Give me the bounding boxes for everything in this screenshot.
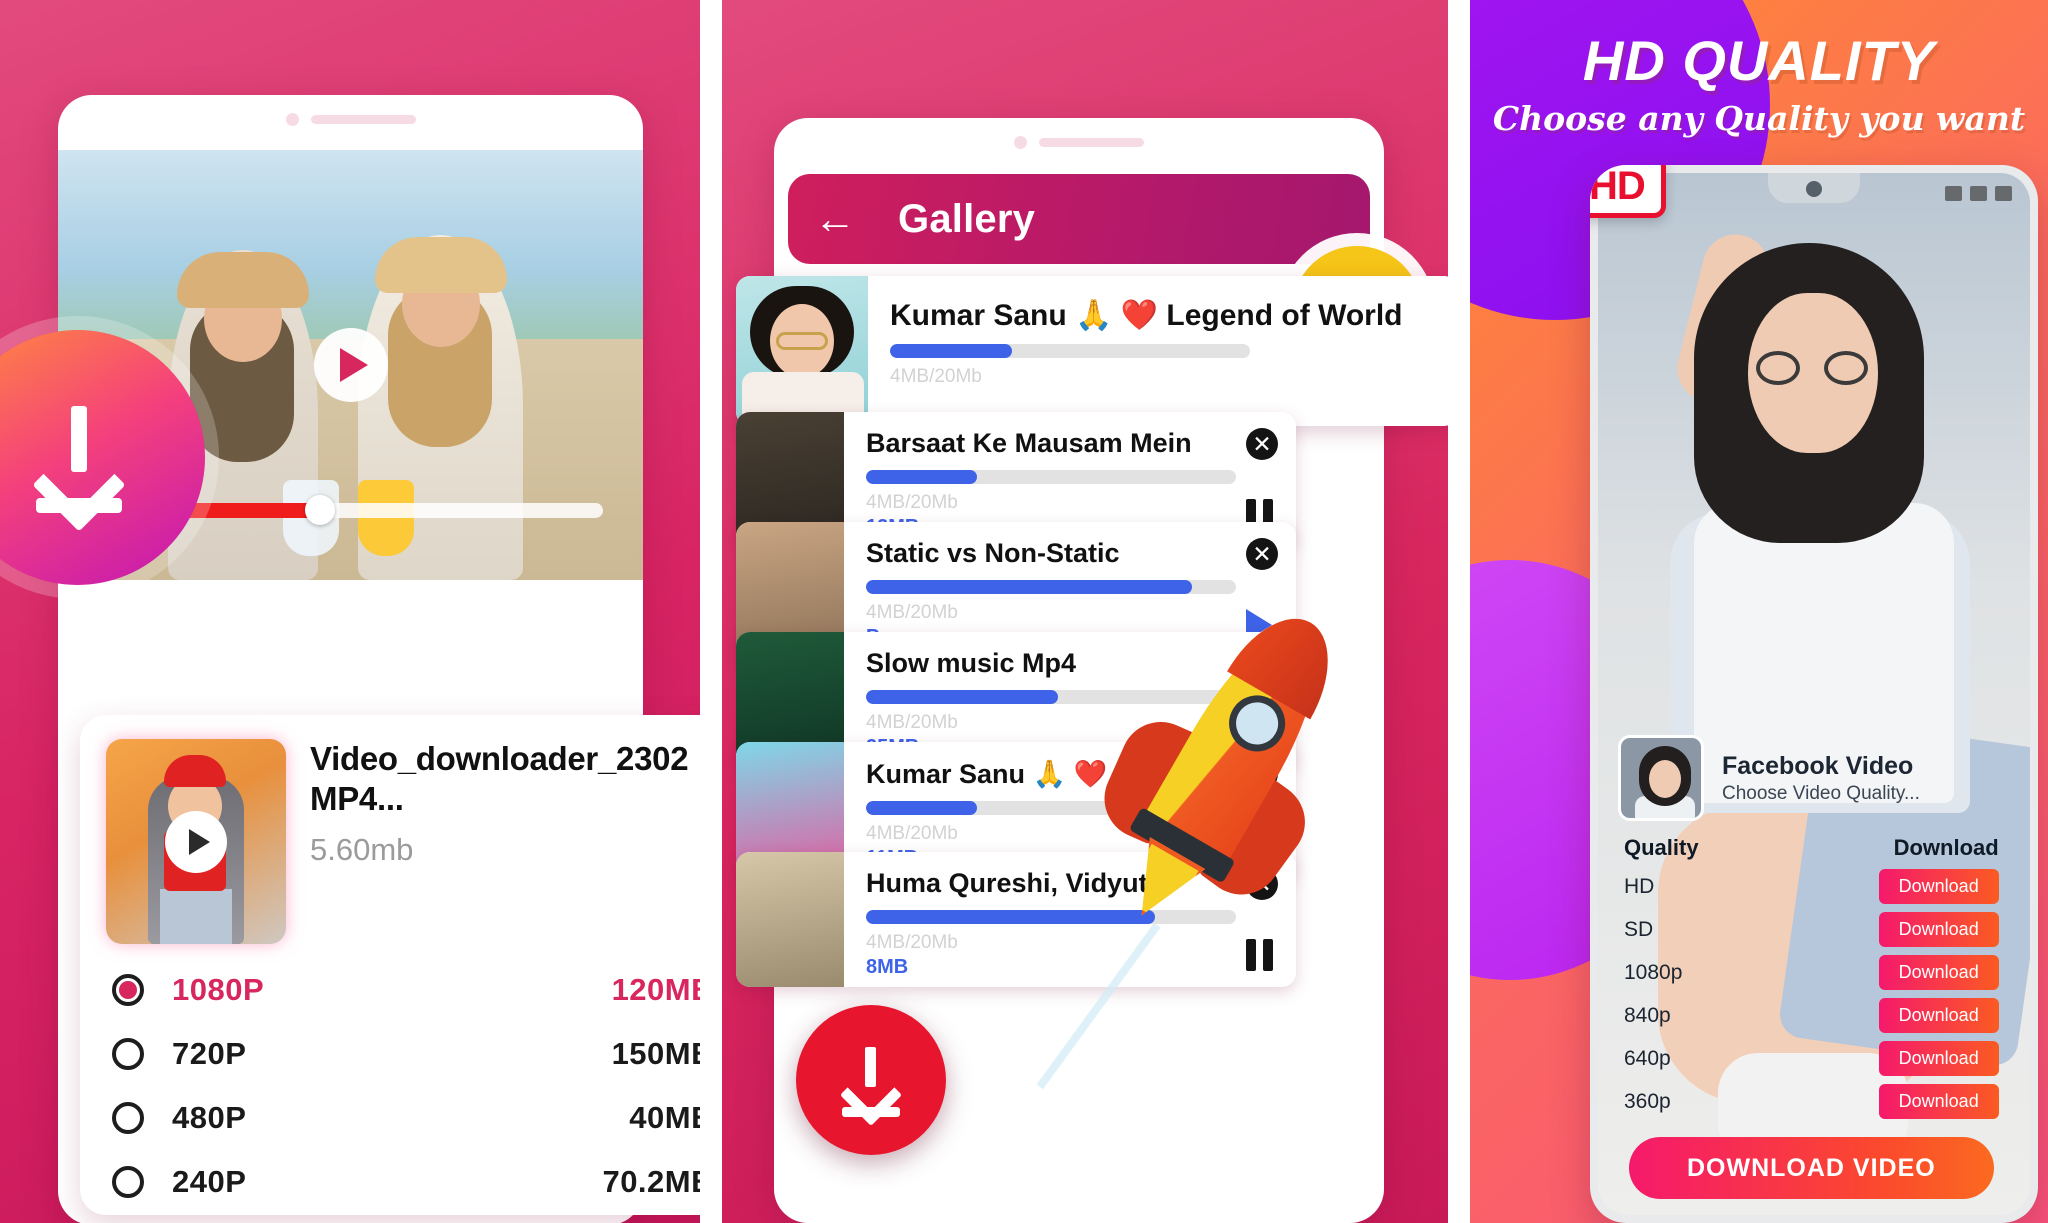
- quality-label: 840p: [1624, 1003, 1671, 1027]
- promo-heading-group: HD QUALITY Choose any Quality you want: [1470, 28, 2048, 138]
- phone-screen: Facebook Video Choose Video Quality... Q…: [1598, 173, 2030, 1215]
- play-icon[interactable]: [313, 328, 388, 402]
- sheet-subtitle: Choose Video Quality...: [1722, 782, 1920, 804]
- radio-button[interactable]: [112, 974, 144, 1006]
- download-button[interactable]: Download: [1878, 869, 1999, 904]
- quality-size: 120MB: [611, 972, 700, 1007]
- item-thumbnail: [736, 276, 868, 426]
- phone-mockup-1: Video_downloader_2302 MP4... 5.60mb 1080…: [58, 95, 700, 1223]
- play-icon[interactable]: [165, 810, 227, 873]
- download-button[interactable]: Download: [1878, 1084, 1999, 1119]
- quality-table-row: 640p Download: [1604, 1037, 2019, 1080]
- close-icon[interactable]: ✕: [1246, 428, 1278, 460]
- headline: HD QUALITY: [1582, 29, 1936, 92]
- video-title: Video_downloader_2302 MP4...: [310, 740, 689, 818]
- radio-button[interactable]: [112, 1102, 144, 1134]
- hd-badge: HD: [1590, 165, 1666, 218]
- item-state: 8MB: [866, 956, 909, 978]
- page-title: Gallery: [898, 196, 1036, 241]
- item-thumbnail: [736, 852, 844, 987]
- quality-table-row: HD Download: [1604, 865, 2019, 908]
- download-video-button[interactable]: DOWNLOAD VIDEO: [1628, 1137, 1994, 1199]
- quality-label: 360p: [1624, 1089, 1671, 1113]
- panel-gallery-downloads: ← Gallery Progress Finished Kumar Sanu 🙏…: [722, 0, 1448, 1223]
- panel-hd-quality: HD QUALITY Choose any Quality you want H…: [1470, 0, 2048, 1223]
- quality-label: 480P: [172, 1100, 247, 1135]
- panel-divider: [1448, 0, 1470, 1223]
- quality-option-row[interactable]: 480P 40MB: [106, 1086, 700, 1150]
- quality-label: HD: [1624, 874, 1655, 898]
- battery-icon: [1995, 185, 2012, 201]
- download-button[interactable]: Download: [1878, 1041, 1999, 1076]
- download-button[interactable]: Download: [1878, 955, 1999, 990]
- panel-download-quality: Video_downloader_2302 MP4... 5.60mb 1080…: [0, 0, 700, 1223]
- speaker-bar: [310, 115, 416, 124]
- download-arrow-icon[interactable]: [796, 1005, 946, 1155]
- progress-bar: [890, 344, 1250, 358]
- wifi-icon: [1945, 185, 1962, 201]
- item-title: Kumar Sanu 🙏 ❤️ Legend of World: [890, 299, 1403, 332]
- quality-label: SD: [1624, 917, 1654, 941]
- radio-button[interactable]: [112, 1166, 144, 1198]
- quality-table: HD Download SD Download 1080p Download 840p Dow…: [1604, 865, 2019, 1123]
- clock-icon: [1970, 185, 1987, 201]
- panel-divider: [700, 0, 722, 1223]
- quality-size: 70.2MB: [602, 1164, 700, 1199]
- quality-option-list: 1080P 120MB 720P 150MB 480P 40MB 240P 70.2MB: [106, 958, 700, 1214]
- quality-table-row: 840p Download: [1604, 994, 2019, 1037]
- quality-table-row: SD Download: [1604, 908, 2019, 951]
- camera-dot-icon: [285, 113, 299, 126]
- quality-label: 1080P: [172, 972, 265, 1007]
- item-progress-text: 4MB/20Mb: [890, 366, 982, 387]
- download-button[interactable]: Download: [1878, 912, 1999, 947]
- video-thumbnail[interactable]: [106, 739, 286, 944]
- column-header-quality: Quality: [1624, 835, 1699, 860]
- sheet-title: Facebook Video: [1722, 751, 1914, 780]
- quality-label: 640p: [1624, 1046, 1671, 1070]
- quality-option-row[interactable]: 1080P 120MB: [106, 958, 700, 1022]
- download-button[interactable]: Download: [1878, 998, 1999, 1033]
- video-info-card: Video_downloader_2302 MP4... 5.60mb 1080…: [80, 715, 700, 1215]
- quality-label: 240P: [172, 1164, 247, 1199]
- quality-label: 720P: [172, 1036, 247, 1071]
- item-title: Static vs Non-Static: [866, 538, 1120, 568]
- close-icon[interactable]: ✕: [1246, 538, 1278, 570]
- quality-option-row[interactable]: 720P 150MB: [106, 1022, 700, 1086]
- quality-size: 40MB: [629, 1100, 700, 1135]
- download-item-featured[interactable]: Kumar Sanu 🙏 ❤️ Legend of World 4MB/20Mb: [736, 276, 1448, 426]
- phone-mockup-3: HD Facebook Video Choose Video Quality..…: [1590, 165, 2038, 1223]
- phone-notch: [774, 118, 1384, 149]
- column-header-download: Download: [1893, 835, 1999, 860]
- back-arrow-icon[interactable]: ←: [814, 198, 856, 240]
- quality-table-row: 360p Download: [1604, 1080, 2019, 1123]
- progress-bar: [866, 580, 1236, 594]
- quality-label: 1080p: [1624, 960, 1683, 984]
- sheet-thumbnail: [1618, 735, 1704, 821]
- speaker-bar: [1039, 138, 1144, 147]
- quality-sheet: Facebook Video Choose Video Quality... Q…: [1604, 723, 2019, 1205]
- gallery-header: ← Gallery: [788, 174, 1370, 264]
- radio-button[interactable]: [112, 1038, 144, 1070]
- quality-table-row: 1080p Download: [1604, 951, 2019, 994]
- camera-dot-icon: [1014, 136, 1027, 149]
- progress-bar: [866, 470, 1236, 484]
- phone-notch: [58, 95, 643, 126]
- quality-size: 150MB: [611, 1036, 700, 1071]
- quality-option-row[interactable]: 240P 70.2MB: [106, 1150, 700, 1214]
- item-progress-text: 4MB/20Mb: [866, 492, 958, 513]
- item-title: Barsaat Ke Mausam Mein: [866, 428, 1192, 458]
- subheadline: Choose any Quality you want: [1492, 99, 2026, 138]
- video-size: 5.60mb: [310, 831, 414, 867]
